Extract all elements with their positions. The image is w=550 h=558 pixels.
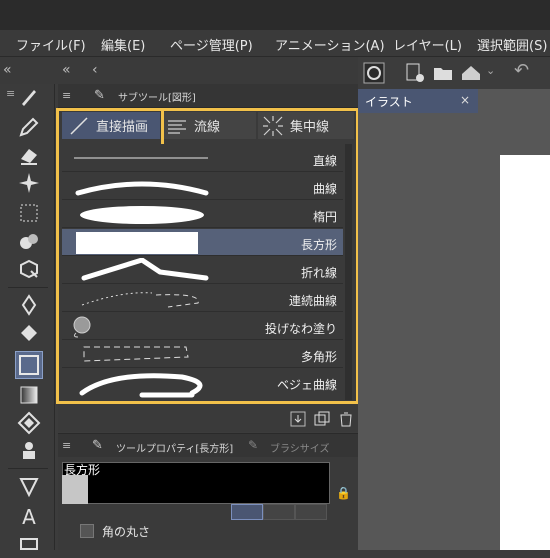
shape-tool-icon: ✎ xyxy=(94,88,105,103)
save-icon[interactable] xyxy=(460,62,482,84)
fill-bucket-icon[interactable] xyxy=(14,320,44,346)
tab-brush-size[interactable]: ブラシサイズ xyxy=(270,440,330,455)
stroke-preview xyxy=(62,462,330,504)
list-scrollbar[interactable] xyxy=(345,144,352,400)
balloon-icon[interactable] xyxy=(14,532,44,558)
frame-icon[interactable] xyxy=(14,474,44,500)
list-item-ellipse[interactable]: 楕円 xyxy=(62,201,343,228)
wrench-icon: ✎ xyxy=(92,438,103,453)
fountain-pen-icon[interactable] xyxy=(14,292,44,318)
canvas-paper[interactable] xyxy=(500,155,550,550)
stroke-preview-swatch xyxy=(62,475,88,504)
rectangle-tool-icon[interactable] xyxy=(15,351,43,379)
sparkle-icon[interactable] xyxy=(14,170,44,196)
tab-focus-lines[interactable]: 集中線 xyxy=(258,112,354,139)
rounded-corners-label: 角の丸さ xyxy=(102,525,151,539)
object-select-icon[interactable] xyxy=(14,256,44,282)
toolbox-divider xyxy=(8,468,48,469)
pattern-icon[interactable] xyxy=(14,410,44,436)
menu-selection[interactable]: 選択範囲(S) xyxy=(477,35,547,54)
chevron-down-icon[interactable]: ⌄ xyxy=(486,64,495,77)
close-icon[interactable]: × xyxy=(460,93,470,107)
open-folder-icon[interactable] xyxy=(432,62,454,84)
tab-label: 集中線 xyxy=(290,120,330,135)
list-item-label: 直線 xyxy=(312,154,337,168)
list-item-continuous-curve[interactable]: 連続曲線 xyxy=(62,285,343,312)
list-item-label: 折れ線 xyxy=(300,266,337,280)
list-item-label: 多角形 xyxy=(300,350,337,364)
list-item-lasso-fill[interactable]: 投げなわ塗り xyxy=(62,313,343,340)
tab-flow-lines[interactable]: 流線 xyxy=(162,112,256,139)
shape-toggle-poly[interactable] xyxy=(295,504,327,520)
chevron-left-icon[interactable]: ‹ xyxy=(92,62,98,78)
document-tab-label: イラスト xyxy=(365,95,413,109)
menu-edit[interactable]: 編集(E) xyxy=(101,35,145,54)
tab-label: 直接描画 xyxy=(96,120,149,135)
duplicate-icon[interactable] xyxy=(314,411,330,427)
new-file-icon[interactable] xyxy=(404,62,426,84)
rounded-corners-checkbox[interactable] xyxy=(80,524,94,538)
list-item-curve[interactable]: 曲線 xyxy=(62,173,343,200)
undo-icon[interactable]: ↶ xyxy=(514,60,529,81)
list-item-bezier[interactable]: ベジェ曲線 xyxy=(62,369,343,399)
gradient-icon[interactable] xyxy=(14,382,44,408)
stamp-icon[interactable] xyxy=(14,438,44,464)
tab-label: 流線 xyxy=(194,120,221,135)
tab-direct-draw[interactable]: 直接描画 xyxy=(62,112,160,139)
toolbox-divider xyxy=(8,287,48,288)
panel-menu-icon[interactable]: ≡ xyxy=(62,439,71,452)
list-item-label: 楕円 xyxy=(312,210,337,224)
lock-icon[interactable]: 🔒 xyxy=(336,486,351,500)
list-item-label: ベジェ曲線 xyxy=(276,378,337,392)
list-item-rectangle[interactable]: 長方形 xyxy=(62,229,343,256)
toolbox: ≡ A xyxy=(0,84,55,550)
list-item-straight-line[interactable]: 直線 xyxy=(62,145,343,172)
brush-size-icon: ✎ xyxy=(248,438,259,452)
trash-icon[interactable] xyxy=(338,411,354,427)
focus-lines-icon xyxy=(263,115,283,136)
panel-dock-bar xyxy=(0,57,358,84)
pencil-icon[interactable] xyxy=(14,114,44,140)
shape-toggle-round[interactable] xyxy=(263,504,295,520)
preview-label: 長方形 xyxy=(64,463,101,477)
eraser-icon[interactable] xyxy=(14,142,44,168)
text-tool-icon[interactable]: A xyxy=(14,504,44,530)
speed-lines-icon xyxy=(168,119,186,134)
menu-layer[interactable]: レイヤー(L) xyxy=(393,35,462,54)
menu-animation[interactable]: アニメーション(A) xyxy=(275,35,385,54)
list-item-label: 連続曲線 xyxy=(288,294,337,308)
line-icon xyxy=(70,116,88,135)
selection-marquee-icon[interactable] xyxy=(14,200,44,226)
menu-bar: ファイル(F) 編集(E) ページ管理(P) アニメーション(A) レイヤー(L… xyxy=(0,30,550,57)
collapse-left-icon[interactable]: « xyxy=(3,62,12,78)
list-item-polygon[interactable]: 多角形 xyxy=(62,341,343,368)
subtool-panel-title: サブツール[図形] xyxy=(118,93,196,104)
menu-page[interactable]: ページ管理(P) xyxy=(170,35,253,54)
list-item-label: 長方形 xyxy=(300,238,337,252)
shape-toggle-rect[interactable] xyxy=(231,504,263,520)
download-icon[interactable] xyxy=(290,411,306,427)
menu-file[interactable]: ファイル(F) xyxy=(16,35,86,54)
title-bar xyxy=(0,0,550,30)
list-item-polyline[interactable]: 折れ線 xyxy=(62,257,343,284)
panel-menu-icon[interactable]: ≡ xyxy=(62,89,71,102)
app-logo-icon[interactable] xyxy=(363,62,385,84)
pen-tool-icon[interactable] xyxy=(14,84,44,110)
tool-property-title: ツールプロパティ[長方形] xyxy=(116,444,234,455)
collapse-panel-icon[interactable]: « xyxy=(62,62,71,78)
list-item-label: 投げなわ塗り xyxy=(264,322,337,336)
subtool-panel-footer xyxy=(58,404,358,432)
list-item-label: 曲線 xyxy=(312,182,337,196)
auto-select-icon[interactable] xyxy=(14,228,44,254)
